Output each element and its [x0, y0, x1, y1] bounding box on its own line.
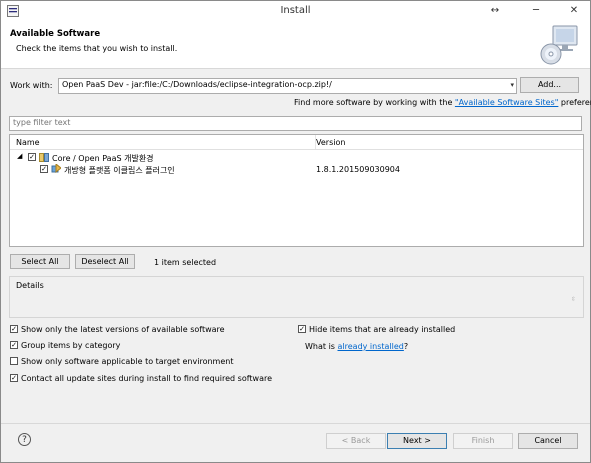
- tree-row-category[interactable]: ◢ ✓ Core / Open PaaS 개발환경: [10, 152, 583, 164]
- group-by-category-label: Group items by category: [21, 341, 121, 350]
- target-environment-label: Show only software applicable to target …: [21, 357, 234, 366]
- back-button[interactable]: < Back: [326, 433, 386, 449]
- finish-button[interactable]: Finish: [453, 433, 513, 449]
- tree-row-plugin[interactable]: ✓ 개방형 플랫폼 이클립스 플러그인 1.8.1.201509030904: [10, 164, 583, 176]
- cancel-button[interactable]: Cancel: [518, 433, 578, 449]
- plugin-name: 개방형 플랫폼 이클립스 플러그인: [64, 166, 175, 175]
- already-installed-text: What is already installed?: [305, 342, 408, 351]
- filter-input[interactable]: [10, 117, 576, 128]
- install-dialog: Install ↔ ─ ✕ Available Software Check t…: [0, 0, 591, 463]
- already-installed-link[interactable]: already installed: [338, 342, 404, 351]
- plugin-version: 1.8.1.201509030904: [316, 165, 400, 174]
- target-environment-checkbox[interactable]: [10, 356, 18, 365]
- install-cd-icon: [540, 25, 578, 65]
- plugin-feature-icon: [51, 164, 61, 174]
- option-latest-versions[interactable]: ✓ Show only the latest versions of availa…: [10, 324, 225, 334]
- filter-field[interactable]: [9, 116, 582, 131]
- restore-button[interactable]: ↔: [482, 1, 508, 22]
- wizard-header: Available Software Check the items that …: [1, 22, 590, 69]
- details-scroll-icon[interactable]: ⇳: [571, 296, 576, 303]
- more-software-prefix: Find more software by working with the: [294, 98, 455, 107]
- option-group-by-category[interactable]: ✓ Group items by category: [10, 340, 121, 350]
- group-by-category-checkbox[interactable]: ✓: [10, 340, 18, 349]
- contact-sites-checkbox[interactable]: ✓: [10, 373, 18, 382]
- latest-versions-checkbox[interactable]: ✓: [10, 324, 18, 333]
- work-with-value: Open PaaS Dev - jar:file:/C:/Downloads/e…: [62, 80, 332, 89]
- add-button[interactable]: Add...: [520, 77, 579, 93]
- option-hide-installed[interactable]: ✓ Hide items that are already installed: [298, 324, 456, 334]
- option-target-environment[interactable]: Show only software applicable to target …: [10, 356, 234, 366]
- close-button[interactable]: ✕: [561, 1, 587, 22]
- column-header-name[interactable]: Name: [16, 138, 40, 147]
- latest-versions-label: Show only the latest versions of availab…: [21, 325, 225, 334]
- expand-arrow-icon[interactable]: ◢: [17, 152, 22, 160]
- footer-divider: [1, 423, 590, 424]
- column-header-version[interactable]: Version: [316, 138, 345, 147]
- contact-sites-label: Contact all update sites during install …: [21, 374, 273, 383]
- page-title: Available Software: [10, 29, 101, 39]
- option-contact-sites[interactable]: ✓ Contact all update sites during install…: [10, 373, 273, 383]
- plugin-checkbox[interactable]: ✓: [40, 165, 48, 173]
- work-with-label: Work with:: [10, 81, 53, 90]
- category-checkbox[interactable]: ✓: [28, 153, 36, 161]
- hide-installed-checkbox[interactable]: ✓: [298, 324, 306, 333]
- selection-status: 1 item selected: [154, 258, 217, 267]
- page-subtitle: Check the items that you wish to install…: [16, 44, 178, 53]
- tree-header: Name Version: [10, 135, 583, 150]
- deselect-all-button[interactable]: Deselect All: [75, 254, 135, 269]
- details-group: Details ⇳: [9, 276, 584, 318]
- work-with-combo[interactable]: Open PaaS Dev - jar:file:/C:/Downloads/e…: [58, 78, 517, 94]
- chevron-down-icon[interactable]: ▾: [510, 81, 514, 89]
- category-icon: [39, 153, 49, 162]
- details-label: Details: [16, 281, 44, 290]
- help-icon[interactable]: ?: [18, 433, 31, 446]
- already-installed-suffix: ?: [403, 342, 409, 351]
- already-installed-prefix: What is: [305, 342, 338, 351]
- title-bar: Install ↔ ─ ✕: [1, 1, 590, 22]
- more-software-suffix: preferences.: [560, 98, 591, 107]
- available-software-sites-link[interactable]: "Available Software Sites": [455, 98, 558, 107]
- more-software-text: Find more software by working with the "…: [294, 98, 591, 107]
- software-tree[interactable]: Name Version ◢ ✓ Core / Open PaaS 개발환경 ✓…: [9, 134, 584, 247]
- minimize-button[interactable]: ─: [523, 1, 549, 22]
- hide-installed-label: Hide items that are already installed: [309, 325, 456, 334]
- next-button[interactable]: Next >: [387, 433, 447, 449]
- category-name: Core / Open PaaS 개발환경: [52, 154, 154, 163]
- select-all-button[interactable]: Select All: [10, 254, 70, 269]
